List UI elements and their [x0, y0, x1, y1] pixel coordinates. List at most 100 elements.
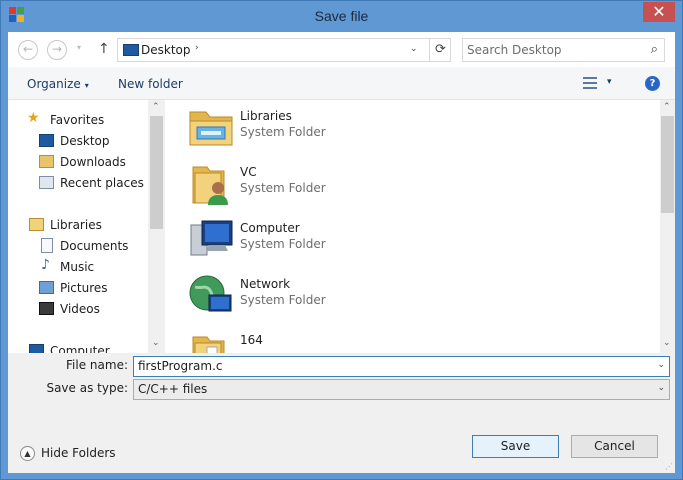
breadcrumb-chevron-icon[interactable]: ›: [195, 43, 199, 53]
libraries-folder-icon: [187, 103, 235, 151]
scroll-down-icon[interactable]: ⌄: [152, 338, 160, 348]
scroll-down-icon[interactable]: ⌄: [663, 338, 671, 348]
desktop-icon: [39, 134, 54, 147]
save-type-label: Save as type:: [46, 381, 128, 395]
save-type-select[interactable]: C/C++ files ⌄: [133, 379, 670, 400]
sidebar-item-music[interactable]: ♪ Music: [8, 257, 148, 277]
search-icon[interactable]: ⌕: [651, 42, 658, 57]
window-title: Save file: [314, 8, 369, 24]
address-bar[interactable]: Desktop › ⌄ ⟳: [117, 38, 451, 62]
save-type-value: C/C++ files: [138, 382, 208, 396]
downloads-icon: [39, 155, 54, 168]
sidebar-item-label: Music: [60, 260, 95, 274]
sidebar-item-pictures[interactable]: Pictures: [8, 278, 148, 298]
breadcrumb-desktop[interactable]: Desktop: [141, 43, 191, 57]
recent-places-icon: [39, 176, 54, 189]
navigation-pane: ★ Favorites Desktop Downloads Recent pla…: [8, 100, 164, 353]
user-folder-icon: [187, 159, 235, 207]
save-button[interactable]: Save: [472, 435, 559, 458]
view-options-icon[interactable]: [583, 77, 597, 89]
network-icon: [187, 271, 235, 319]
file-name: Computer: [240, 221, 300, 235]
file-list-scrollbar[interactable]: ⌃ ⌄: [660, 100, 675, 353]
title-bar[interactable]: Save file ✕: [1, 1, 682, 32]
scroll-up-icon[interactable]: ⌃: [663, 102, 671, 112]
organize-button[interactable]: Organize ▾: [27, 77, 89, 91]
list-item[interactable]: VC System Folder: [187, 157, 507, 211]
folder-icon: [187, 327, 235, 353]
list-item[interactable]: Libraries System Folder: [187, 101, 507, 155]
list-item[interactable]: Computer System Folder: [187, 213, 507, 267]
list-item[interactable]: Network System Folder: [187, 269, 507, 323]
desktop-location-icon: [123, 44, 139, 56]
sidebar-item-libraries[interactable]: Libraries: [8, 215, 148, 235]
sidebar-item-recent-places[interactable]: Recent places: [8, 173, 148, 193]
save-file-dialog: Save file ✕ ← → ▾ ↑ Desktop › ⌄ ⟳ ⌕ Orga…: [0, 0, 683, 480]
sidebar-item-label: Desktop: [60, 134, 110, 148]
scrollbar-thumb[interactable]: [661, 116, 674, 213]
dialog-footer: ▲ Hide Folders Save Cancel ⋰: [8, 401, 675, 473]
file-name: 164: [240, 333, 263, 347]
dialog-client-area: ← → ▾ ↑ Desktop › ⌄ ⟳ ⌕ Organize▾ New fo…: [8, 32, 675, 473]
organize-label: Organize: [27, 77, 81, 91]
back-button[interactable]: ←: [18, 40, 38, 60]
new-folder-button[interactable]: New folder: [118, 77, 183, 91]
file-type: System Folder: [240, 293, 326, 307]
file-name-field[interactable]: firstProgram.c ⌄: [133, 356, 670, 377]
recent-locations-chevron-icon[interactable]: ▾: [77, 43, 81, 52]
pictures-icon: [39, 281, 54, 294]
sidebar-item-videos[interactable]: Videos: [8, 299, 148, 319]
forward-button[interactable]: →: [47, 40, 67, 60]
sidebar-item-label: Downloads: [60, 155, 126, 169]
computer-icon: [29, 344, 44, 353]
organize-chevron-icon: ▾: [84, 81, 89, 90]
file-list: Libraries System Folder VC System Folder…: [165, 100, 660, 353]
music-icon: ♪: [41, 257, 50, 273]
sidebar-item-label: Favorites: [50, 113, 105, 127]
file-name-value: firstProgram.c: [138, 359, 223, 373]
view-options-chevron-icon[interactable]: ▾: [607, 77, 612, 87]
chevron-down-icon[interactable]: ⌄: [657, 360, 665, 370]
refresh-button[interactable]: ⟳: [429, 39, 451, 61]
collapse-icon: ▲: [20, 446, 35, 461]
videos-icon: [39, 302, 54, 315]
file-type: System Folder: [240, 125, 326, 139]
file-name: Network: [240, 277, 291, 291]
sidebar-item-documents[interactable]: Documents: [8, 236, 148, 256]
up-button[interactable]: ↑: [98, 41, 110, 57]
file-name: Libraries: [240, 109, 292, 123]
sidebar-item-label: Pictures: [60, 281, 108, 295]
sidebar-item-desktop[interactable]: Desktop: [8, 131, 148, 151]
help-button[interactable]: ?: [645, 76, 660, 91]
chevron-down-icon[interactable]: ⌄: [657, 383, 665, 393]
computer-icon: [187, 215, 235, 263]
close-button[interactable]: ✕: [643, 2, 675, 22]
scrollbar-thumb[interactable]: [150, 116, 163, 229]
file-name: VC: [240, 165, 257, 179]
save-form: File name: firstProgram.c ⌄ Save as type…: [8, 353, 675, 401]
sidebar-item-label: Recent places: [60, 176, 144, 190]
file-type: System Folder: [240, 181, 326, 195]
sidebar-item-label: Libraries: [50, 218, 102, 232]
star-icon: ★: [27, 110, 40, 126]
search-input[interactable]: [467, 42, 637, 58]
address-dropdown-icon[interactable]: ⌄: [410, 44, 418, 54]
file-name-label: File name:: [66, 358, 128, 372]
sidebar-item-label: Documents: [60, 239, 129, 253]
sidebar-item-computer[interactable]: Computer: [8, 341, 148, 353]
navigation-bar: ← → ▾ ↑ Desktop › ⌄ ⟳ ⌕: [8, 32, 675, 67]
sidebar-item-label: Videos: [60, 302, 100, 316]
scroll-up-icon[interactable]: ⌃: [152, 102, 160, 112]
documents-icon: [41, 238, 53, 253]
list-item[interactable]: 164: [187, 325, 507, 353]
search-box[interactable]: ⌕: [462, 38, 665, 62]
resize-grip-icon[interactable]: ⋰: [665, 462, 673, 471]
hide-folders-label: Hide Folders: [41, 446, 116, 460]
cancel-button[interactable]: Cancel: [571, 435, 658, 458]
libraries-icon: [29, 218, 44, 231]
command-toolbar: Organize ▾ New folder ▾ ?: [8, 67, 675, 100]
sidebar-item-label: Computer: [50, 344, 110, 353]
sidebar-item-downloads[interactable]: Downloads: [8, 152, 148, 172]
sidebar-item-favorites[interactable]: ★ Favorites: [8, 110, 148, 130]
navigation-pane-scrollbar[interactable]: ⌃ ⌄: [148, 100, 165, 353]
